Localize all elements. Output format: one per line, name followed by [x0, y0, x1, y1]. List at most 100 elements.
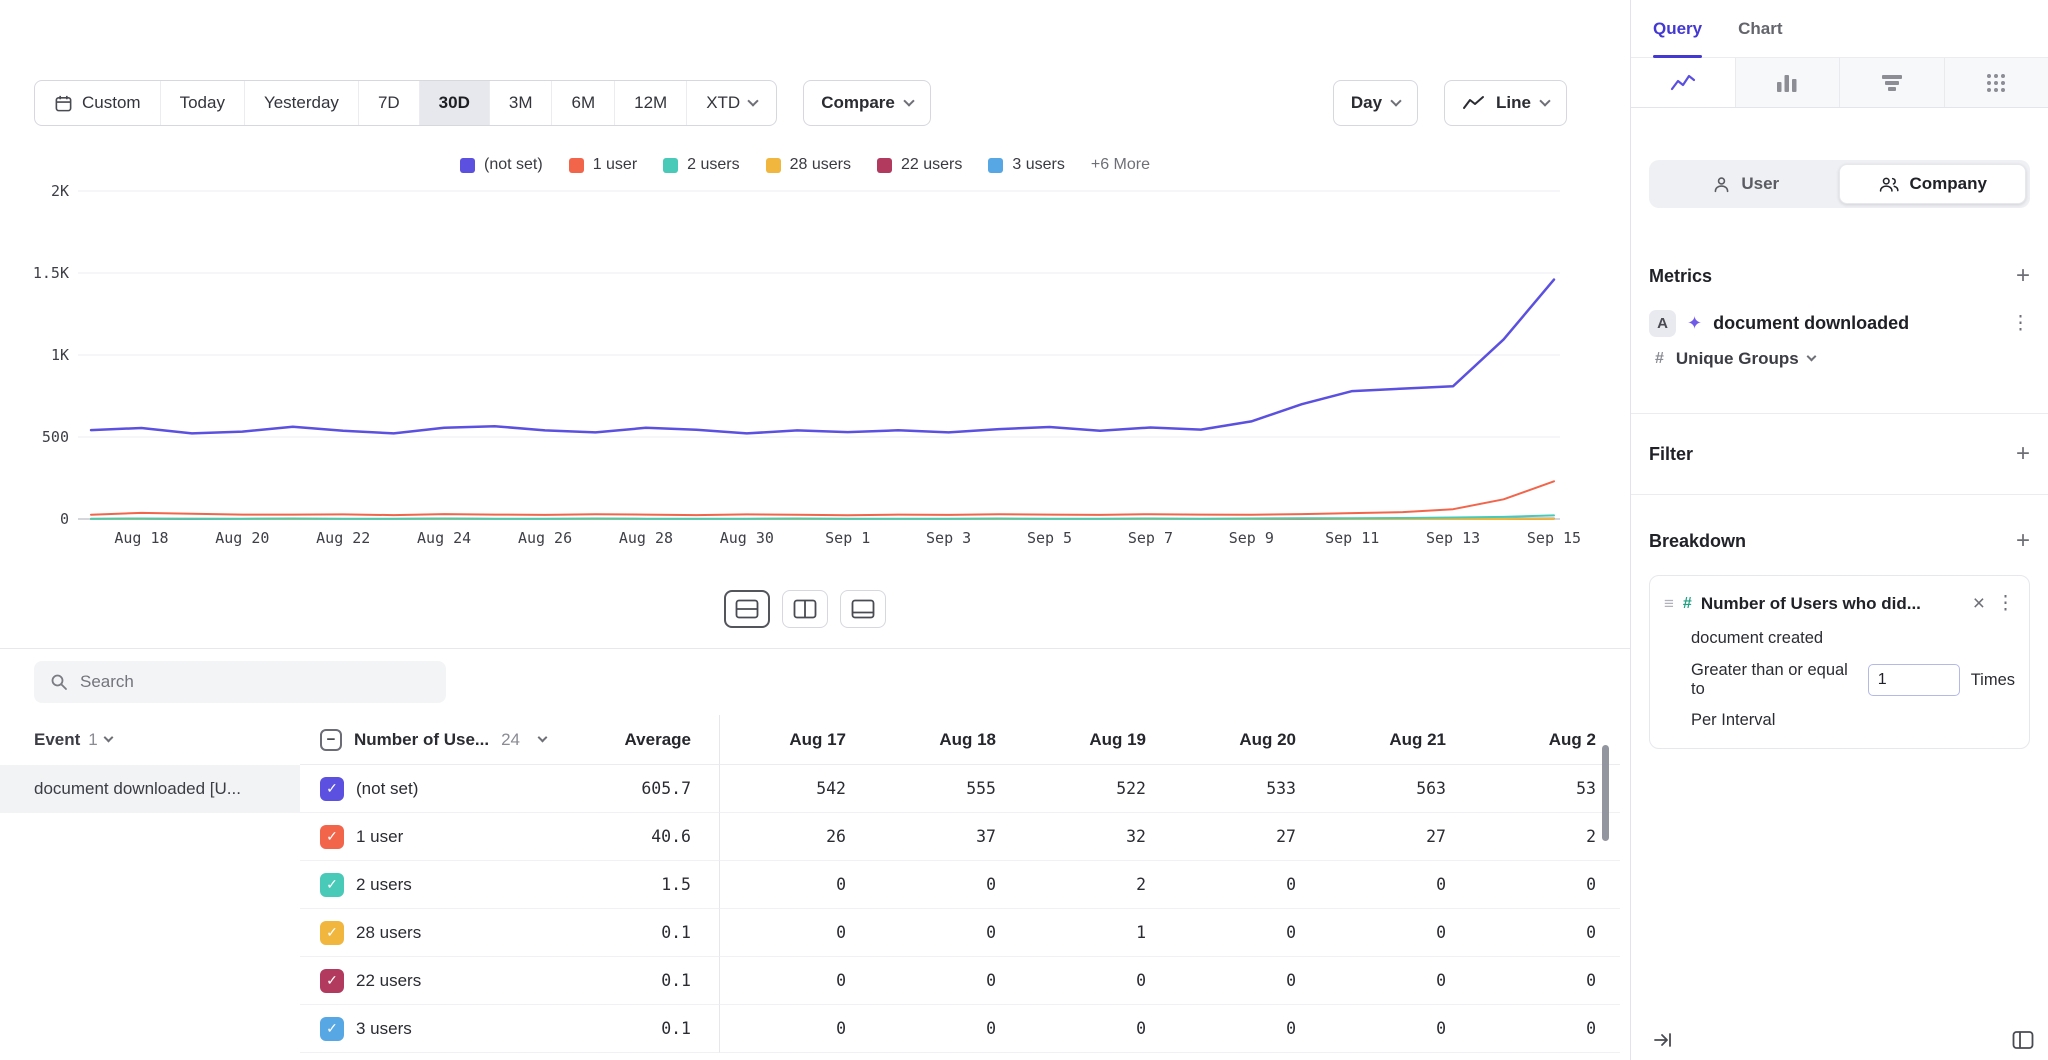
legend-item[interactable]: 22 users: [877, 156, 962, 174]
range-12m-button[interactable]: 12M: [614, 81, 686, 125]
select-all-checkbox[interactable]: −: [320, 729, 342, 751]
average-value: 0.1: [560, 909, 720, 957]
granularity-button[interactable]: Day: [1333, 80, 1418, 126]
entity-toggle: User Company: [1649, 160, 2030, 208]
chevron-down-icon: [103, 733, 113, 743]
custom-range-button[interactable]: Custom: [35, 81, 160, 125]
range-30d-button[interactable]: 30D: [419, 81, 489, 125]
times-value-input[interactable]: [1868, 664, 1960, 696]
legend-more-button[interactable]: +6 More: [1091, 156, 1150, 174]
range-3m-button[interactable]: 3M: [489, 81, 552, 125]
legend-item[interactable]: 1 user: [569, 156, 637, 174]
x-axis-tick: Sep 7: [1128, 529, 1173, 547]
data-value: 0: [870, 957, 1020, 1005]
event-cell-empty: [0, 957, 300, 1005]
layout-split-vertical-button[interactable]: [782, 590, 828, 628]
chevron-down-icon: [1806, 352, 1816, 362]
data-value: 0: [1020, 957, 1170, 1005]
search-input[interactable]: [80, 672, 430, 692]
search-box[interactable]: [34, 661, 446, 703]
row-label: 2 users: [356, 875, 412, 895]
metric-name[interactable]: document downloaded: [1713, 313, 2000, 334]
data-value: 0: [1320, 909, 1470, 957]
breakdown-condition[interactable]: Greater than or equal to: [1691, 661, 1857, 699]
date-column-header[interactable]: Aug 18: [870, 715, 1020, 765]
date-column-header[interactable]: Aug 21: [1320, 715, 1470, 765]
add-breakdown-button[interactable]: +: [2016, 529, 2030, 553]
toggle-company[interactable]: Company: [1839, 164, 2027, 204]
legend-label: 3 users: [1012, 156, 1064, 174]
tab-chart[interactable]: Chart: [1738, 0, 1782, 57]
row-checkbox[interactable]: ✓: [320, 921, 344, 945]
date-column-header[interactable]: Aug 20: [1170, 715, 1320, 765]
data-value: 0: [1470, 957, 1620, 1005]
legend-item[interactable]: 28 users: [766, 156, 851, 174]
search-icon: [50, 673, 68, 691]
legend-swatch: [877, 158, 892, 173]
layout-bottom-panel-button[interactable]: [840, 590, 886, 628]
add-metric-button[interactable]: +: [2016, 264, 2030, 288]
legend-swatch: [988, 158, 1003, 173]
toggle-user[interactable]: User: [1653, 164, 1839, 204]
legend-item[interactable]: (not set): [460, 156, 543, 174]
average-column-header[interactable]: Average: [560, 715, 720, 765]
event-column-header[interactable]: Event 1: [0, 715, 300, 765]
table-body: document downloaded [U...✓(not set)605.7…: [0, 765, 1620, 1053]
legend-item[interactable]: 2 users: [663, 156, 739, 174]
legend-swatch: [460, 158, 475, 173]
row-checkbox[interactable]: ✓: [320, 969, 344, 993]
breakdown-property[interactable]: Number of Users who did...: [1701, 594, 1964, 614]
table-scrollbar[interactable]: [1602, 745, 1609, 841]
funnel-chart-icon: [1880, 72, 1904, 94]
tab-query[interactable]: Query: [1653, 0, 1702, 57]
range-yesterday-button[interactable]: Yesterday: [244, 81, 358, 125]
chart-type-button[interactable]: Line: [1444, 80, 1567, 126]
legend-label: (not set): [484, 156, 543, 174]
range-7d-button[interactable]: 7D: [358, 81, 419, 125]
y-axis-tick: 1.5K: [33, 264, 69, 282]
range-xtd-button[interactable]: XTD: [686, 81, 776, 125]
row-checkbox[interactable]: ✓: [320, 1017, 344, 1041]
legend-item[interactable]: 3 users: [988, 156, 1064, 174]
data-value: 0: [1320, 1005, 1470, 1053]
breakdown-kebab-icon[interactable]: ⋮: [1996, 592, 2015, 615]
tab-bar-chart[interactable]: [1735, 58, 1840, 107]
data-value: 533: [1170, 765, 1320, 813]
group-count: 24: [501, 730, 520, 750]
per-interval-dropdown[interactable]: Per Interval: [1664, 711, 2015, 730]
remove-breakdown-icon[interactable]: ×: [1973, 593, 1985, 614]
add-filter-button[interactable]: +: [2016, 442, 2030, 466]
row-checkbox[interactable]: ✓: [320, 777, 344, 801]
metric-kebab-icon[interactable]: ⋮: [2011, 312, 2030, 335]
date-column-header[interactable]: Aug 2: [1470, 715, 1620, 765]
tab-funnel-chart[interactable]: [1839, 58, 1944, 107]
event-count: 1: [88, 730, 97, 750]
line-chart[interactable]: 05001K1.5K2KAug 18Aug 20Aug 22Aug 24Aug …: [0, 180, 1610, 552]
metric-item[interactable]: A ✦ document downloaded ⋮: [1649, 310, 2030, 337]
group-column-header[interactable]: − Number of Use... 24: [300, 715, 560, 765]
tab-line-chart[interactable]: [1631, 58, 1735, 107]
tab-more-chart-types[interactable]: [1944, 58, 2048, 107]
row-checkbox[interactable]: ✓: [320, 873, 344, 897]
user-icon: [1712, 175, 1731, 194]
breakdown-event[interactable]: document created: [1664, 629, 2015, 648]
compare-button[interactable]: Compare: [803, 80, 931, 126]
event-spark-icon: ✦: [1687, 313, 1702, 334]
range-today-button[interactable]: Today: [160, 81, 244, 125]
date-column-header[interactable]: Aug 17: [720, 715, 870, 765]
row-checkbox[interactable]: ✓: [320, 825, 344, 849]
grid-icon: [1985, 72, 2007, 94]
collapse-panel-icon[interactable]: [1653, 1030, 1673, 1050]
event-list-item[interactable]: document downloaded [U...: [0, 765, 300, 813]
data-value: 0: [1470, 861, 1620, 909]
aggregation-dropdown[interactable]: Unique Groups: [1676, 349, 1815, 369]
range-6m-button[interactable]: 6M: [551, 81, 614, 125]
date-column-header[interactable]: Aug 19: [1020, 715, 1170, 765]
event-cell-empty: [0, 909, 300, 957]
group-cell: ✓28 users: [300, 909, 560, 957]
toggle-sidebar-icon[interactable]: [2012, 1030, 2034, 1050]
average-value: 1.5: [560, 861, 720, 909]
xtd-label: XTD: [706, 93, 740, 113]
layout-split-horizontal-button[interactable]: [724, 590, 770, 628]
drag-handle-icon[interactable]: ≡: [1664, 594, 1674, 614]
